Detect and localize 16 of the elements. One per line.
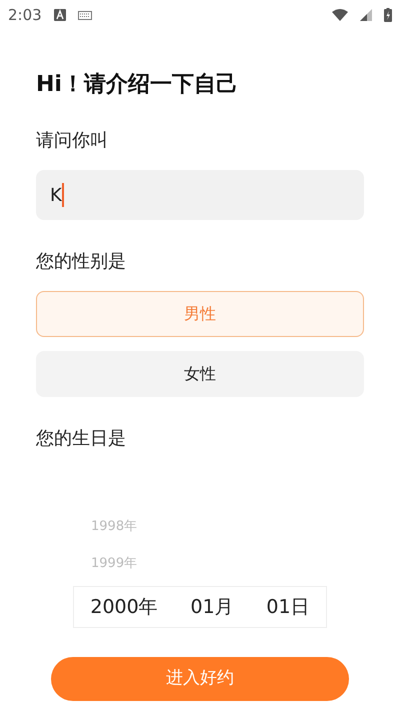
app-notification-icon <box>54 9 66 21</box>
selected-month[interactable]: 01月 <box>190 592 234 622</box>
wifi-icon <box>332 9 348 21</box>
signal-icon <box>360 9 372 21</box>
name-label: 请问你叫 <box>36 129 108 153</box>
selected-year[interactable]: 2000年 <box>90 592 158 622</box>
text-cursor <box>62 183 64 207</box>
birthday-label: 您的生日是 <box>36 427 126 451</box>
status-time: 2:03 <box>8 4 42 26</box>
selected-day[interactable]: 01日 <box>266 592 310 622</box>
gender-option[interactable]: 女性 <box>36 351 364 397</box>
keyboard-icon <box>78 10 92 20</box>
gender-label: 您的性别是 <box>36 250 126 274</box>
page-title: Hi！请介绍一下自己 <box>36 71 238 99</box>
name-input-field[interactable]: K <box>36 170 364 220</box>
battery-icon <box>384 8 392 22</box>
